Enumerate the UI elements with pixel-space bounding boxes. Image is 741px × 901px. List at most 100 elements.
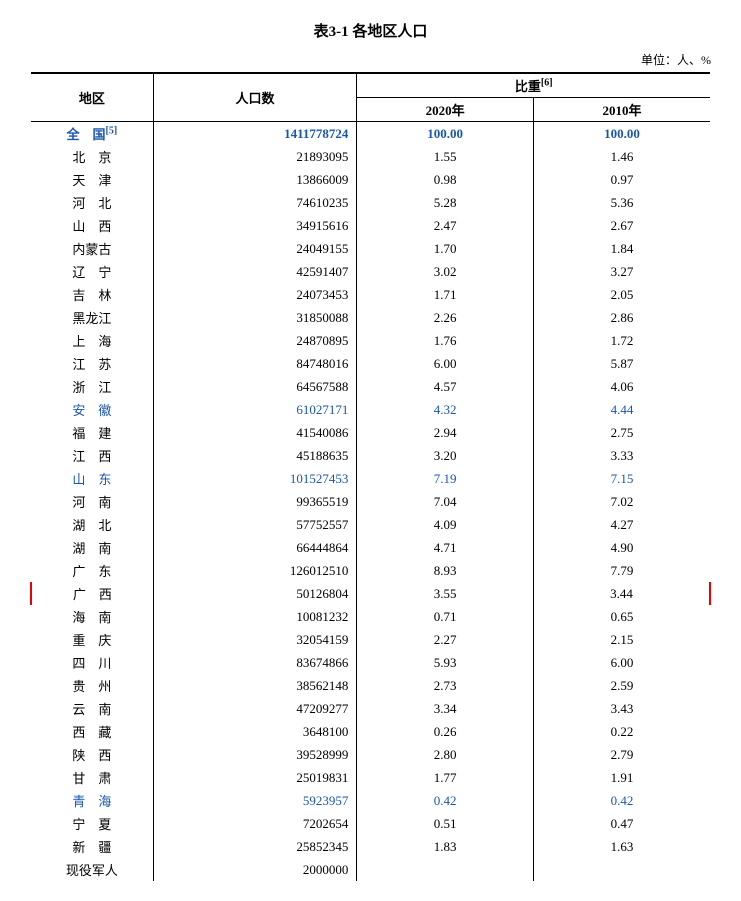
cell-ratio-2020: 1.70 (357, 237, 534, 260)
cell-ratio-2020: 1.76 (357, 329, 534, 352)
cell-region: 四 川 (31, 651, 153, 674)
table-row: 吉 林240734531.712.05 (31, 283, 710, 306)
cell-region: 河 南 (31, 490, 153, 513)
cell-population: 39528999 (153, 743, 357, 766)
cell-population: 126012510 (153, 559, 357, 582)
cell-ratio-2010 (533, 858, 710, 881)
cell-ratio-2010: 100.00 (533, 122, 710, 146)
cell-region: 广 西 (31, 582, 153, 605)
cell-ratio-2020 (357, 858, 534, 881)
table-row: 江 西451886353.203.33 (31, 444, 710, 467)
col-ratio: 比重[6] (357, 73, 710, 98)
cell-ratio-2010: 4.06 (533, 375, 710, 398)
cell-region: 黑龙江 (31, 306, 153, 329)
cell-ratio-2010: 2.79 (533, 743, 710, 766)
cell-population: 34915616 (153, 214, 357, 237)
cell-region: 新 疆 (31, 835, 153, 858)
cell-region: 福 建 (31, 421, 153, 444)
col-2020: 2020年 (357, 98, 534, 122)
cell-population: 3648100 (153, 720, 357, 743)
col-2010: 2010年 (533, 98, 710, 122)
table-row: 天 津138660090.980.97 (31, 168, 710, 191)
cell-population: 41540086 (153, 421, 357, 444)
table-row: 青 海59239570.420.42 (31, 789, 710, 812)
table-row: 全 国[5]1411778724100.00100.00 (31, 122, 710, 146)
cell-ratio-2020: 0.26 (357, 720, 534, 743)
cell-ratio-2020: 2.73 (357, 674, 534, 697)
cell-region: 贵 州 (31, 674, 153, 697)
cell-population: 2000000 (153, 858, 357, 881)
cell-region: 内蒙古 (31, 237, 153, 260)
table-row: 山 东1015274537.197.15 (31, 467, 710, 490)
cell-population: 99365519 (153, 490, 357, 513)
cell-region: 宁 夏 (31, 812, 153, 835)
cell-ratio-2010: 4.90 (533, 536, 710, 559)
table-row: 江 苏847480166.005.87 (31, 352, 710, 375)
cell-region: 江 苏 (31, 352, 153, 375)
cell-region: 云 南 (31, 697, 153, 720)
col-region: 地区 (31, 73, 153, 122)
table-row: 河 北746102355.285.36 (31, 191, 710, 214)
cell-ratio-2020: 4.57 (357, 375, 534, 398)
table-row: 黑龙江318500882.262.86 (31, 306, 710, 329)
table-row: 北 京218930951.551.46 (31, 145, 710, 168)
cell-ratio-2010: 2.86 (533, 306, 710, 329)
unit-label: 单位：人、% (30, 51, 711, 68)
cell-ratio-2010: 4.44 (533, 398, 710, 421)
cell-region: 青 海 (31, 789, 153, 812)
cell-ratio-2010: 2.05 (533, 283, 710, 306)
cell-ratio-2020: 4.71 (357, 536, 534, 559)
cell-population: 50126804 (153, 582, 357, 605)
cell-ratio-2010: 1.72 (533, 329, 710, 352)
table-row: 河 南993655197.047.02 (31, 490, 710, 513)
cell-region: 山 东 (31, 467, 153, 490)
table-row: 上 海248708951.761.72 (31, 329, 710, 352)
cell-population: 74610235 (153, 191, 357, 214)
cell-ratio-2020: 7.04 (357, 490, 534, 513)
table-row: 新 疆258523451.831.63 (31, 835, 710, 858)
cell-ratio-2010: 3.43 (533, 697, 710, 720)
cell-population: 84748016 (153, 352, 357, 375)
cell-population: 66444864 (153, 536, 357, 559)
table-row: 安 徽610271714.324.44 (31, 398, 710, 421)
cell-ratio-2020: 2.27 (357, 628, 534, 651)
population-table: 地区 人口数 比重[6] 2020年 2010年 全 国[5]141177872… (30, 72, 711, 881)
cell-population: 5923957 (153, 789, 357, 812)
cell-population: 45188635 (153, 444, 357, 467)
cell-population: 83674866 (153, 651, 357, 674)
cell-ratio-2010: 0.65 (533, 605, 710, 628)
cell-ratio-2020: 0.71 (357, 605, 534, 628)
cell-ratio-2020: 100.00 (357, 122, 534, 146)
cell-region: 安 徽 (31, 398, 153, 421)
cell-ratio-2020: 5.28 (357, 191, 534, 214)
cell-region: 吉 林 (31, 283, 153, 306)
cell-region: 浙 江 (31, 375, 153, 398)
cell-population: 61027171 (153, 398, 357, 421)
cell-population: 32054159 (153, 628, 357, 651)
cell-region: 海 南 (31, 605, 153, 628)
cell-ratio-2010: 6.00 (533, 651, 710, 674)
cell-ratio-2010: 2.67 (533, 214, 710, 237)
table-row: 湖 南664448644.714.90 (31, 536, 710, 559)
table-row: 内蒙古240491551.701.84 (31, 237, 710, 260)
cell-population: 24870895 (153, 329, 357, 352)
cell-region: 江 西 (31, 444, 153, 467)
table-row: 宁 夏72026540.510.47 (31, 812, 710, 835)
cell-ratio-2010: 1.63 (533, 835, 710, 858)
table-row: 海 南100812320.710.65 (31, 605, 710, 628)
table-row: 陕 西395289992.802.79 (31, 743, 710, 766)
cell-population: 42591407 (153, 260, 357, 283)
page-title: 表3-1 各地区人口 (30, 20, 711, 41)
cell-ratio-2010: 0.42 (533, 789, 710, 812)
cell-ratio-2010: 7.15 (533, 467, 710, 490)
cell-ratio-2010: 0.97 (533, 168, 710, 191)
cell-population: 57752557 (153, 513, 357, 536)
cell-population: 101527453 (153, 467, 357, 490)
cell-region: 天 津 (31, 168, 153, 191)
cell-ratio-2020: 3.34 (357, 697, 534, 720)
cell-ratio-2020: 3.55 (357, 582, 534, 605)
cell-ratio-2010: 4.27 (533, 513, 710, 536)
table-row: 重 庆320541592.272.15 (31, 628, 710, 651)
cell-population: 24073453 (153, 283, 357, 306)
cell-ratio-2020: 1.55 (357, 145, 534, 168)
